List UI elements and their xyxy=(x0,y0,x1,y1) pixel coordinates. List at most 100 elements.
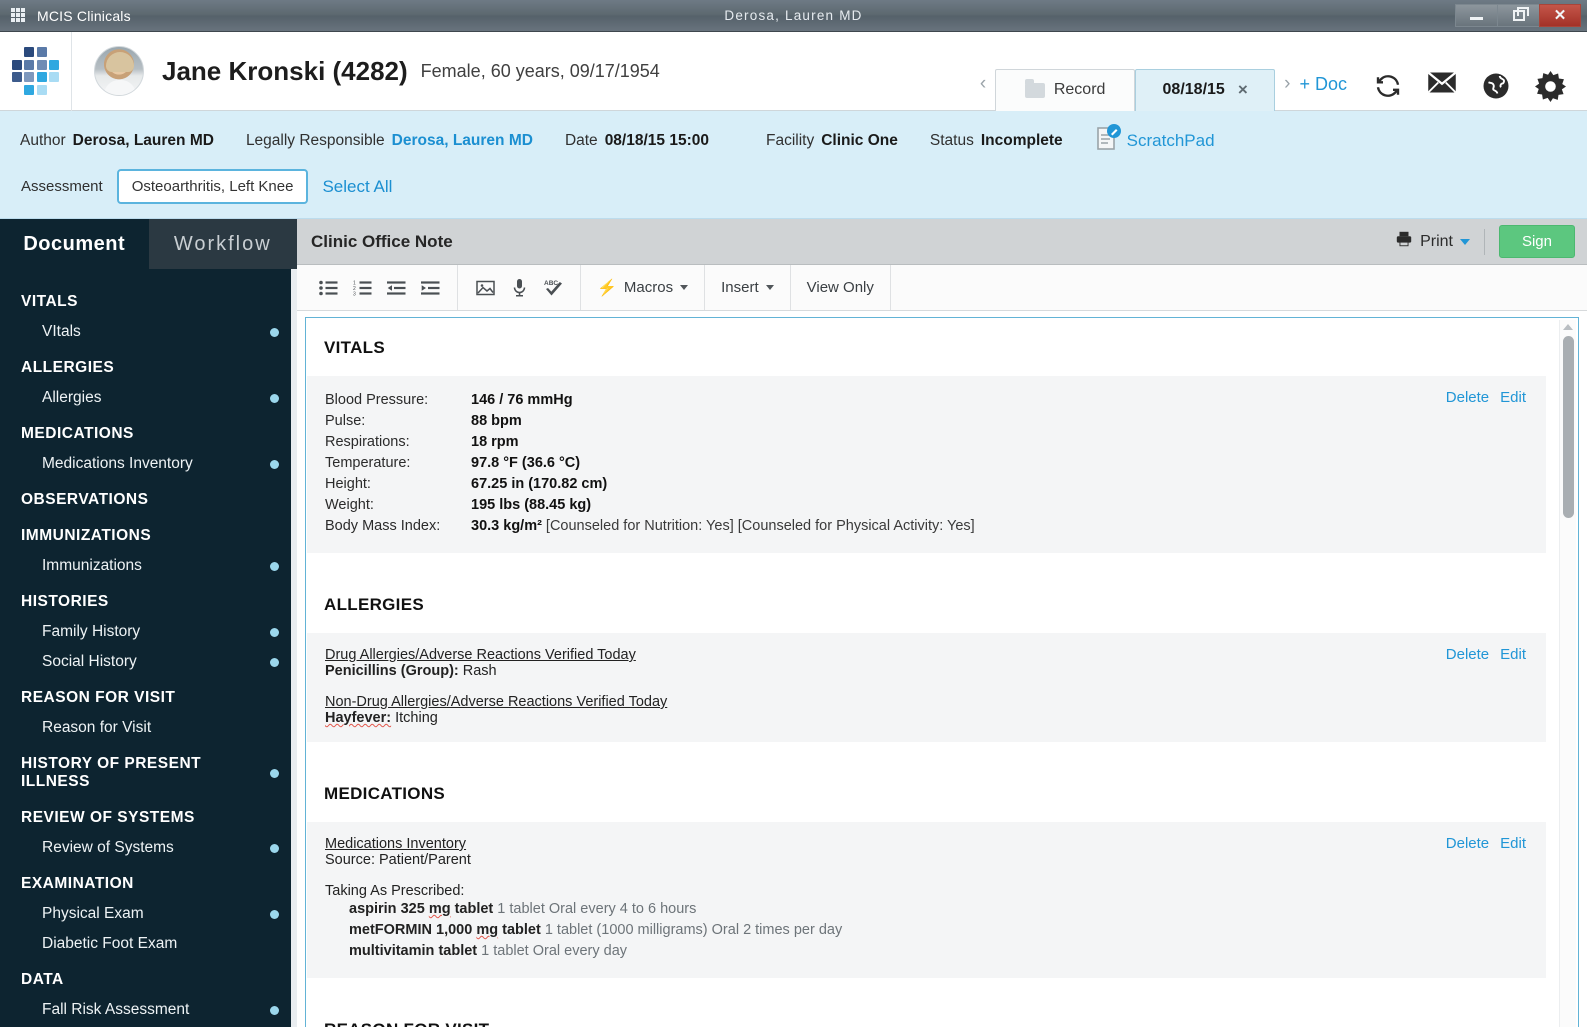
scratchpad-button[interactable]: ScratchPad xyxy=(1096,123,1215,158)
svg-text:3: 3 xyxy=(353,291,356,295)
select-all-button[interactable]: Select All xyxy=(322,177,392,197)
minimize-button[interactable] xyxy=(1455,3,1497,27)
add-doc-button[interactable]: + Doc xyxy=(1299,74,1347,111)
bullet-list-icon[interactable] xyxy=(313,273,343,303)
scratchpad-icon xyxy=(1096,123,1122,158)
sidebar-group-label: OBSERVATIONS xyxy=(21,491,149,508)
patient-avatar xyxy=(94,46,144,96)
document-scrollbar[interactable] xyxy=(1559,320,1576,1027)
allergies-card: Delete Edit Drug Allergies/Adverse React… xyxy=(307,633,1546,742)
sidebar-group-header[interactable]: HISTORIES xyxy=(0,583,297,617)
decrease-indent-icon[interactable] xyxy=(381,273,411,303)
sidebar-group-header[interactable]: REVIEW OF SYSTEMS xyxy=(0,799,297,833)
document-info-bar: Author Derosa, Lauren MD Legally Respons… xyxy=(0,111,1587,219)
increase-indent-icon[interactable] xyxy=(415,273,445,303)
folder-icon xyxy=(1024,78,1045,98)
delete-link[interactable]: Delete xyxy=(1446,646,1489,663)
sign-button[interactable]: Sign xyxy=(1498,225,1575,258)
globe-icon[interactable] xyxy=(1481,71,1511,101)
window-app-name: MCIS Clinicals xyxy=(37,7,131,24)
sidebar-item-social-history[interactable]: Social History xyxy=(0,647,297,677)
sidebar-group-header[interactable]: MEDICATIONS xyxy=(0,415,297,449)
vital-row: Respirations: 18 rpm xyxy=(325,432,1528,453)
print-button[interactable]: Print xyxy=(1395,230,1470,253)
mail-icon[interactable] xyxy=(1427,71,1457,101)
edit-link[interactable]: Edit xyxy=(1500,646,1526,663)
sidebar-group: DATAFall Risk AssessmentFunctional Statu… xyxy=(0,961,297,1027)
divider xyxy=(1483,228,1485,255)
assessment-chip[interactable]: Osteoarthritis, Left Knee xyxy=(116,169,309,204)
medication-dose: 1,000 mg tablet xyxy=(436,922,541,938)
scroll-up-arrow-icon[interactable] xyxy=(1563,324,1573,330)
section-spacer xyxy=(306,553,1556,575)
restore-button[interactable] xyxy=(1497,3,1539,27)
gear-icon[interactable] xyxy=(1535,70,1566,102)
sidebar-group-header[interactable]: ALLERGIES xyxy=(0,349,297,383)
sidebar-item-label: Diabetic Foot Exam xyxy=(42,935,178,952)
medication-sig: 1 tablet Oral every day xyxy=(481,943,628,959)
sidebar-group: HISTORIES Family History Social History xyxy=(0,583,297,677)
tab-document[interactable]: Document xyxy=(0,219,149,269)
printer-icon xyxy=(1395,230,1413,253)
medication-sig: 1 tablet Oral every 4 to 6 hours xyxy=(497,901,697,917)
sidebar-item-fall-risk-assessment[interactable]: Fall Risk Assessment xyxy=(0,995,297,1025)
document-scroll-area: VITALS Delete Edit Blood Pressure: 146 / … xyxy=(306,318,1578,1027)
sidebar-group-header[interactable]: REASON FOR VISIT xyxy=(0,679,297,713)
sidebar-group-header[interactable]: OBSERVATIONS xyxy=(0,481,297,515)
medications-card: Delete Edit Medications Inventory Source… xyxy=(307,822,1546,978)
drug-allergy-reaction: Rash xyxy=(462,663,497,679)
view-only-button[interactable]: View Only xyxy=(791,265,891,310)
drug-allergy-name: Penicillins (Group): xyxy=(325,663,459,679)
close-button[interactable]: ✕ xyxy=(1539,3,1581,27)
prev-tab-arrow[interactable]: ‹ xyxy=(971,73,995,111)
delete-link[interactable]: Delete xyxy=(1446,835,1489,852)
sidebar-item-family-history[interactable]: Family History xyxy=(0,617,297,647)
refresh-icon[interactable] xyxy=(1373,71,1403,101)
sidebar-group-header[interactable]: EXAMINATION xyxy=(0,865,297,899)
vital-label: Respirations: xyxy=(325,434,410,450)
status-dot-icon xyxy=(270,843,279,853)
microphone-icon[interactable] xyxy=(504,273,534,303)
nondrug-allergy-entry: Hayfever: Itching xyxy=(325,710,1528,726)
scrollbar-thumb[interactable] xyxy=(1563,336,1574,518)
sidebar-group-header[interactable]: IMMUNIZATIONS xyxy=(0,517,297,551)
sidebar-item-medications-inventory[interactable]: Medications Inventory xyxy=(0,449,297,479)
tab-document-date[interactable]: 08/18/15 × xyxy=(1135,68,1276,111)
tab-record[interactable]: Record xyxy=(995,68,1136,111)
facility-label: Facility xyxy=(765,131,815,149)
sidebar-item-review-of-systems[interactable]: Review of Systems xyxy=(0,833,297,863)
author-label: Author xyxy=(20,131,66,149)
sidebar-item-label: Social History xyxy=(42,653,137,670)
sidebar-group-header[interactable]: VITALS xyxy=(0,283,297,317)
sidebar-item-allergies[interactable]: Allergies xyxy=(0,383,297,413)
record-tabs: ‹ Record 08/18/15 × › + Doc xyxy=(971,32,1587,111)
sidebar-item-physical-exam[interactable]: Physical Exam xyxy=(0,899,297,929)
delete-link[interactable]: Delete xyxy=(1446,389,1489,406)
sidebar-item-immunizations[interactable]: Immunizations xyxy=(0,551,297,581)
edit-link[interactable]: Edit xyxy=(1500,389,1526,406)
window-center-title: Derosa, Lauren MD xyxy=(724,8,863,23)
edit-link[interactable]: Edit xyxy=(1500,835,1526,852)
sidebar-group-header[interactable]: DATA xyxy=(0,961,297,995)
medications-inventory-header: Medications Inventory xyxy=(325,836,467,852)
next-tab-arrow[interactable]: › xyxy=(1275,73,1299,111)
close-icon[interactable]: × xyxy=(1238,80,1248,100)
tab-workflow[interactable]: Workflow xyxy=(148,219,297,269)
image-icon[interactable] xyxy=(470,273,500,303)
sidebar-item-vitals[interactable]: VItals xyxy=(0,317,297,347)
sidebar-item-diabetic-foot-exam[interactable]: Diabetic Foot Exam xyxy=(0,929,297,959)
insert-menu[interactable]: Insert xyxy=(705,265,791,310)
macros-menu[interactable]: ⚡ Macros xyxy=(581,265,706,310)
document-surface: VITALS Delete Edit Blood Pressure: 146 / … xyxy=(297,311,1587,1027)
legally-responsible-value[interactable]: Derosa, Lauren MD xyxy=(392,132,533,150)
sidebar-scrollbar[interactable] xyxy=(291,269,297,1027)
sidebar-group: HISTORY OF PRESENT ILLNESS xyxy=(0,745,297,797)
assessment-label: Assessment xyxy=(21,178,103,195)
sidebar-group-header[interactable]: HISTORY OF PRESENT ILLNESS xyxy=(0,745,297,797)
spellcheck-icon[interactable]: ABC xyxy=(538,273,568,303)
sidebar-item-reason-for-visit[interactable]: Reason for Visit xyxy=(0,713,297,743)
sidebar-group-label: VITALS xyxy=(21,293,78,310)
chevron-down-icon xyxy=(1459,238,1470,245)
numbered-list-icon[interactable]: 1 2 3 xyxy=(347,273,377,303)
nondrug-allergy-reaction: Itching xyxy=(395,710,438,726)
